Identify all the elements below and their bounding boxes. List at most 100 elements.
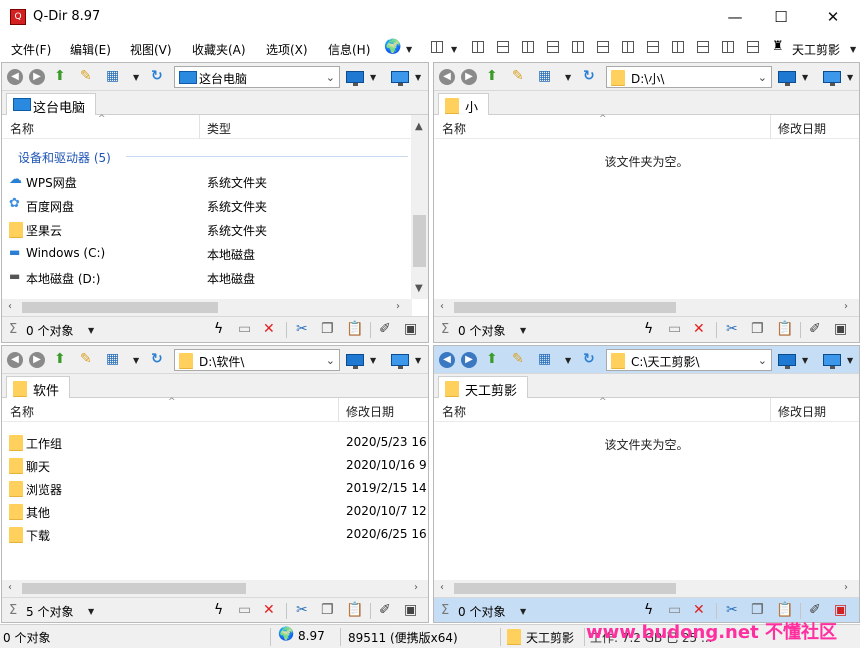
cut-icon[interactable]: ✂ — [296, 321, 308, 337]
monitor-icon[interactable] — [823, 354, 841, 369]
menu-info[interactable]: 信息(H) — [328, 41, 370, 58]
refresh-icon[interactable]: ↻ — [151, 351, 163, 367]
minimize-button[interactable]: — — [712, 0, 758, 34]
list-item[interactable]: ☁ WPS网盘 系统文件夹 — [2, 170, 410, 193]
horizontal-scrollbar[interactable]: ‹ › — [434, 299, 859, 316]
vertical-scrollbar[interactable]: ▲ ▼ — [411, 115, 428, 299]
list-item[interactable]: 下载 2020/6/25 16 — [2, 523, 427, 546]
layout-icon[interactable] — [597, 41, 609, 53]
copy-icon[interactable]: ❐ — [321, 321, 334, 337]
paste-icon[interactable]: 📋 — [776, 321, 793, 337]
list-item[interactable]: ▬ 本地磁盘 (D:) 本地磁盘 — [2, 266, 410, 289]
scroll-down-icon[interactable]: ▼ — [415, 283, 423, 294]
folder-new-icon[interactable]: ✎ — [512, 68, 524, 84]
back-icon[interactable]: ◀ — [439, 69, 455, 85]
scroll-thumb[interactable] — [413, 215, 426, 267]
tools-icon[interactable]: ♜ — [772, 39, 784, 54]
layout-icon[interactable] — [572, 41, 584, 53]
chevron-down-icon[interactable]: ▼ — [88, 607, 94, 616]
address-bar[interactable]: D:\小\ ⌄ — [606, 66, 772, 88]
folder-new-icon[interactable]: ✎ — [80, 351, 92, 367]
properties-icon[interactable]: ✐ — [809, 321, 821, 337]
folder-new-icon[interactable]: ✎ — [80, 68, 92, 84]
globe-icon[interactable]: 🌍 — [384, 39, 401, 55]
rename-icon[interactable]: ▭ — [238, 602, 251, 618]
tab-folder[interactable]: 小 — [438, 93, 490, 116]
layout-icon[interactable] — [672, 41, 684, 53]
paste-icon[interactable]: 📋 — [346, 321, 363, 337]
scroll-left-icon[interactable]: ‹ — [8, 301, 12, 312]
chevron-down-icon[interactable]: ▼ — [370, 356, 376, 365]
maximize-button[interactable]: ☐ — [758, 0, 804, 34]
view-mode-icon[interactable]: ▦ — [538, 351, 551, 367]
cut-icon[interactable]: ✂ — [726, 602, 738, 618]
chevron-down-icon[interactable]: ▼ — [850, 45, 856, 54]
paste-icon[interactable]: 📋 — [776, 602, 793, 618]
column-date[interactable]: 修改日期 — [778, 120, 826, 137]
chevron-down-icon[interactable]: ▼ — [133, 356, 139, 365]
horizontal-scrollbar[interactable]: ‹ › — [2, 299, 412, 316]
lightning-icon[interactable]: ϟ — [644, 602, 653, 618]
chevron-down-icon[interactable]: ▼ — [802, 73, 808, 82]
menu-view[interactable]: 视图(V) — [130, 41, 172, 58]
globe-icon[interactable]: 🌍 — [278, 627, 294, 642]
current-folder-menu[interactable]: 天工剪影 — [792, 41, 840, 58]
monitor-icon[interactable] — [823, 71, 841, 86]
chevron-down-icon[interactable]: ⌄ — [758, 354, 767, 367]
pane-option-icon[interactable]: ▣ — [404, 321, 417, 337]
lightning-icon[interactable]: ϟ — [214, 602, 223, 618]
chevron-down-icon[interactable]: ▼ — [802, 356, 808, 365]
refresh-icon[interactable]: ↻ — [151, 68, 163, 84]
back-icon[interactable]: ◀ — [7, 69, 23, 85]
view-mode-icon[interactable]: ▦ — [106, 68, 119, 84]
column-name[interactable]: 名称 — [442, 120, 466, 137]
list-item[interactable]: 浏览器 2019/2/15 14 — [2, 477, 427, 500]
delete-icon[interactable]: ✕ — [263, 321, 275, 337]
cut-icon[interactable]: ✂ — [296, 602, 308, 618]
chevron-down-icon[interactable]: ⌄ — [758, 71, 767, 84]
layout-icon[interactable] — [697, 41, 709, 53]
copy-icon[interactable]: ❐ — [321, 602, 334, 618]
forward-icon[interactable]: ▶ — [461, 69, 477, 85]
chevron-down-icon[interactable]: ▼ — [415, 73, 421, 82]
menu-options[interactable]: 选项(X) — [266, 41, 308, 58]
scroll-thumb[interactable] — [22, 583, 246, 594]
delete-icon[interactable]: ✕ — [263, 602, 275, 618]
column-divider[interactable] — [338, 398, 339, 422]
tab-folder[interactable]: 软件 — [6, 376, 71, 399]
monitor-icon[interactable] — [391, 71, 409, 86]
monitor-icon[interactable] — [346, 354, 364, 369]
list-item[interactable]: 其他 2020/10/7 12 — [2, 500, 427, 523]
properties-icon[interactable]: ✐ — [379, 321, 391, 337]
chevron-down-icon[interactable]: ▼ — [565, 356, 571, 365]
scroll-right-icon[interactable]: › — [414, 582, 418, 593]
up-folder-icon[interactable]: ⬆ — [54, 351, 66, 367]
list-item[interactable]: ▬ Windows (C:) 本地磁盘 — [2, 242, 410, 265]
refresh-icon[interactable]: ↻ — [583, 351, 595, 367]
tab-this-pc[interactable]: 这台电脑 — [6, 93, 97, 116]
chevron-down-icon[interactable]: ▼ — [565, 73, 571, 82]
scroll-up-icon[interactable]: ▲ — [415, 121, 423, 132]
list-item[interactable]: 聊天 2020/10/16 9 — [2, 454, 427, 477]
scroll-thumb[interactable] — [454, 302, 676, 313]
group-header[interactable]: 设备和驱动器 (5) — [18, 149, 111, 166]
delete-icon[interactable]: ✕ — [693, 602, 705, 618]
folder-new-icon[interactable]: ✎ — [512, 351, 524, 367]
back-icon[interactable]: ◀ — [7, 352, 23, 368]
monitor-icon[interactable] — [391, 354, 409, 369]
scroll-thumb[interactable] — [22, 302, 218, 313]
pane-option-icon[interactable]: ▣ — [834, 321, 847, 337]
column-date[interactable]: 修改日期 — [778, 403, 826, 420]
column-date[interactable]: 修改日期 — [346, 403, 394, 420]
chevron-down-icon[interactable]: ▼ — [370, 73, 376, 82]
properties-icon[interactable]: ✐ — [809, 602, 821, 618]
chevron-down-icon[interactable]: ▼ — [520, 326, 526, 335]
copy-icon[interactable]: ❐ — [751, 321, 764, 337]
scroll-left-icon[interactable]: ‹ — [440, 582, 444, 593]
close-button[interactable]: ✕ — [810, 0, 856, 34]
menu-favorites[interactable]: 收藏夹(A) — [192, 41, 246, 58]
horizontal-scrollbar[interactable]: ‹ › — [2, 580, 428, 597]
chevron-down-icon[interactable]: ▼ — [847, 73, 853, 82]
scroll-right-icon[interactable]: › — [396, 301, 400, 312]
layout-icon[interactable] — [747, 41, 759, 53]
